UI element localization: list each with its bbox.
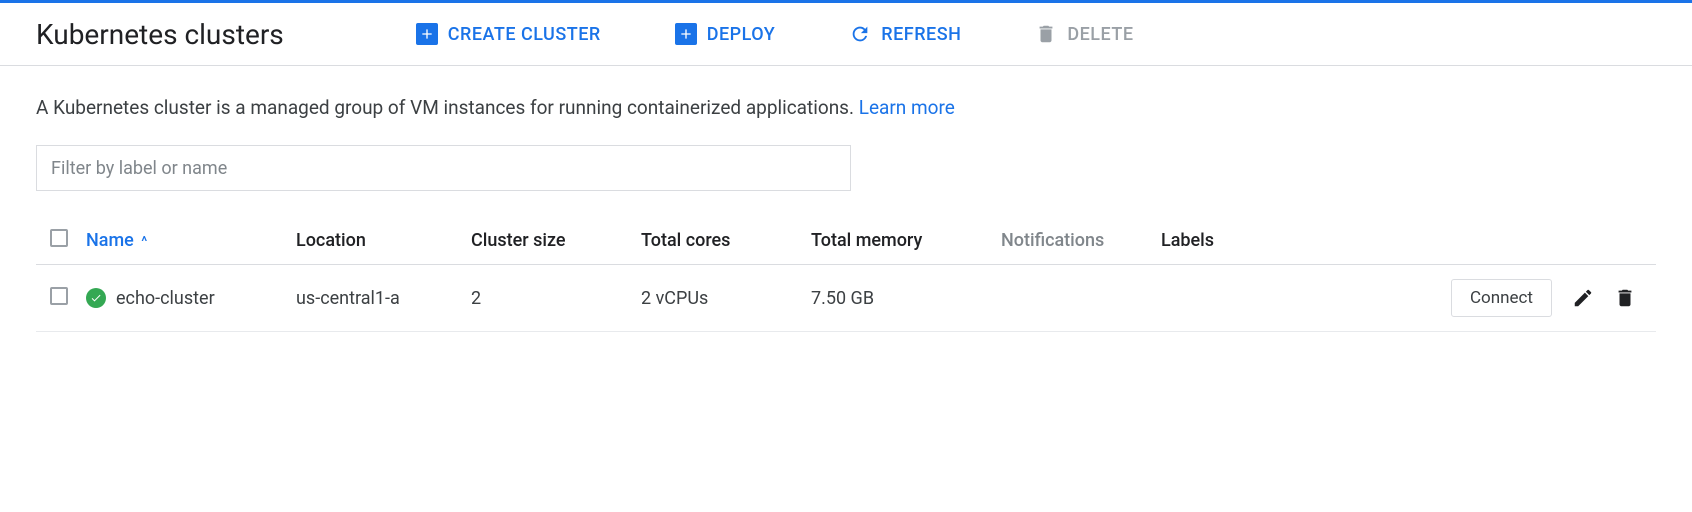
table-row: echo-cluster us-central1-a 2 2 vCPUs 7.5… <box>36 265 1656 332</box>
refresh-label: REFRESH <box>881 24 961 45</box>
create-cluster-label: CREATE CLUSTER <box>448 24 601 45</box>
column-name[interactable]: Name ^ <box>86 217 296 265</box>
column-notifications[interactable]: Notifications <box>1001 217 1161 265</box>
description-text: A Kubernetes cluster is a managed group … <box>36 96 859 119</box>
plus-icon <box>416 23 438 45</box>
plus-icon <box>675 23 697 45</box>
page-title: Kubernetes clusters <box>36 18 284 51</box>
column-total-memory[interactable]: Total memory <box>811 217 1001 265</box>
cluster-name[interactable]: echo-cluster <box>116 288 215 309</box>
trash-icon[interactable] <box>1614 287 1636 309</box>
deploy-label: DEPLOY <box>707 24 776 45</box>
cluster-notifications <box>1001 265 1161 332</box>
page-description: A Kubernetes cluster is a managed group … <box>36 96 1656 119</box>
column-cluster-size[interactable]: Cluster size <box>471 217 641 265</box>
table-header-row: Name ^ Location Cluster size Total cores… <box>36 217 1656 265</box>
cluster-location: us-central1-a <box>296 265 471 332</box>
column-labels[interactable]: Labels <box>1161 217 1271 265</box>
filter-input[interactable] <box>36 145 851 191</box>
select-all-header <box>36 217 86 265</box>
select-all-checkbox[interactable] <box>50 229 68 247</box>
toolbar: Kubernetes clusters CREATE CLUSTER DEPLO… <box>0 3 1692 66</box>
learn-more-link[interactable]: Learn more <box>859 96 955 119</box>
trash-icon <box>1035 23 1057 45</box>
deploy-button[interactable]: DEPLOY <box>663 15 788 53</box>
column-total-cores[interactable]: Total cores <box>641 217 811 265</box>
column-location[interactable]: Location <box>296 217 471 265</box>
column-actions <box>1271 217 1656 265</box>
row-checkbox[interactable] <box>50 287 68 305</box>
delete-button: DELETE <box>1023 15 1145 53</box>
cluster-cores: 2 vCPUs <box>641 265 811 332</box>
connect-button[interactable]: Connect <box>1451 279 1552 317</box>
status-ok-icon <box>86 288 106 308</box>
delete-label: DELETE <box>1067 24 1133 45</box>
refresh-icon <box>849 23 871 45</box>
edit-icon[interactable] <box>1572 287 1594 309</box>
create-cluster-button[interactable]: CREATE CLUSTER <box>404 15 613 53</box>
main-content: A Kubernetes cluster is a managed group … <box>0 66 1692 362</box>
clusters-table: Name ^ Location Cluster size Total cores… <box>36 217 1656 332</box>
cluster-labels <box>1161 265 1271 332</box>
sort-asc-icon: ^ <box>138 234 147 250</box>
cluster-memory: 7.50 GB <box>811 265 1001 332</box>
refresh-button[interactable]: REFRESH <box>837 15 973 53</box>
cluster-size: 2 <box>471 265 641 332</box>
